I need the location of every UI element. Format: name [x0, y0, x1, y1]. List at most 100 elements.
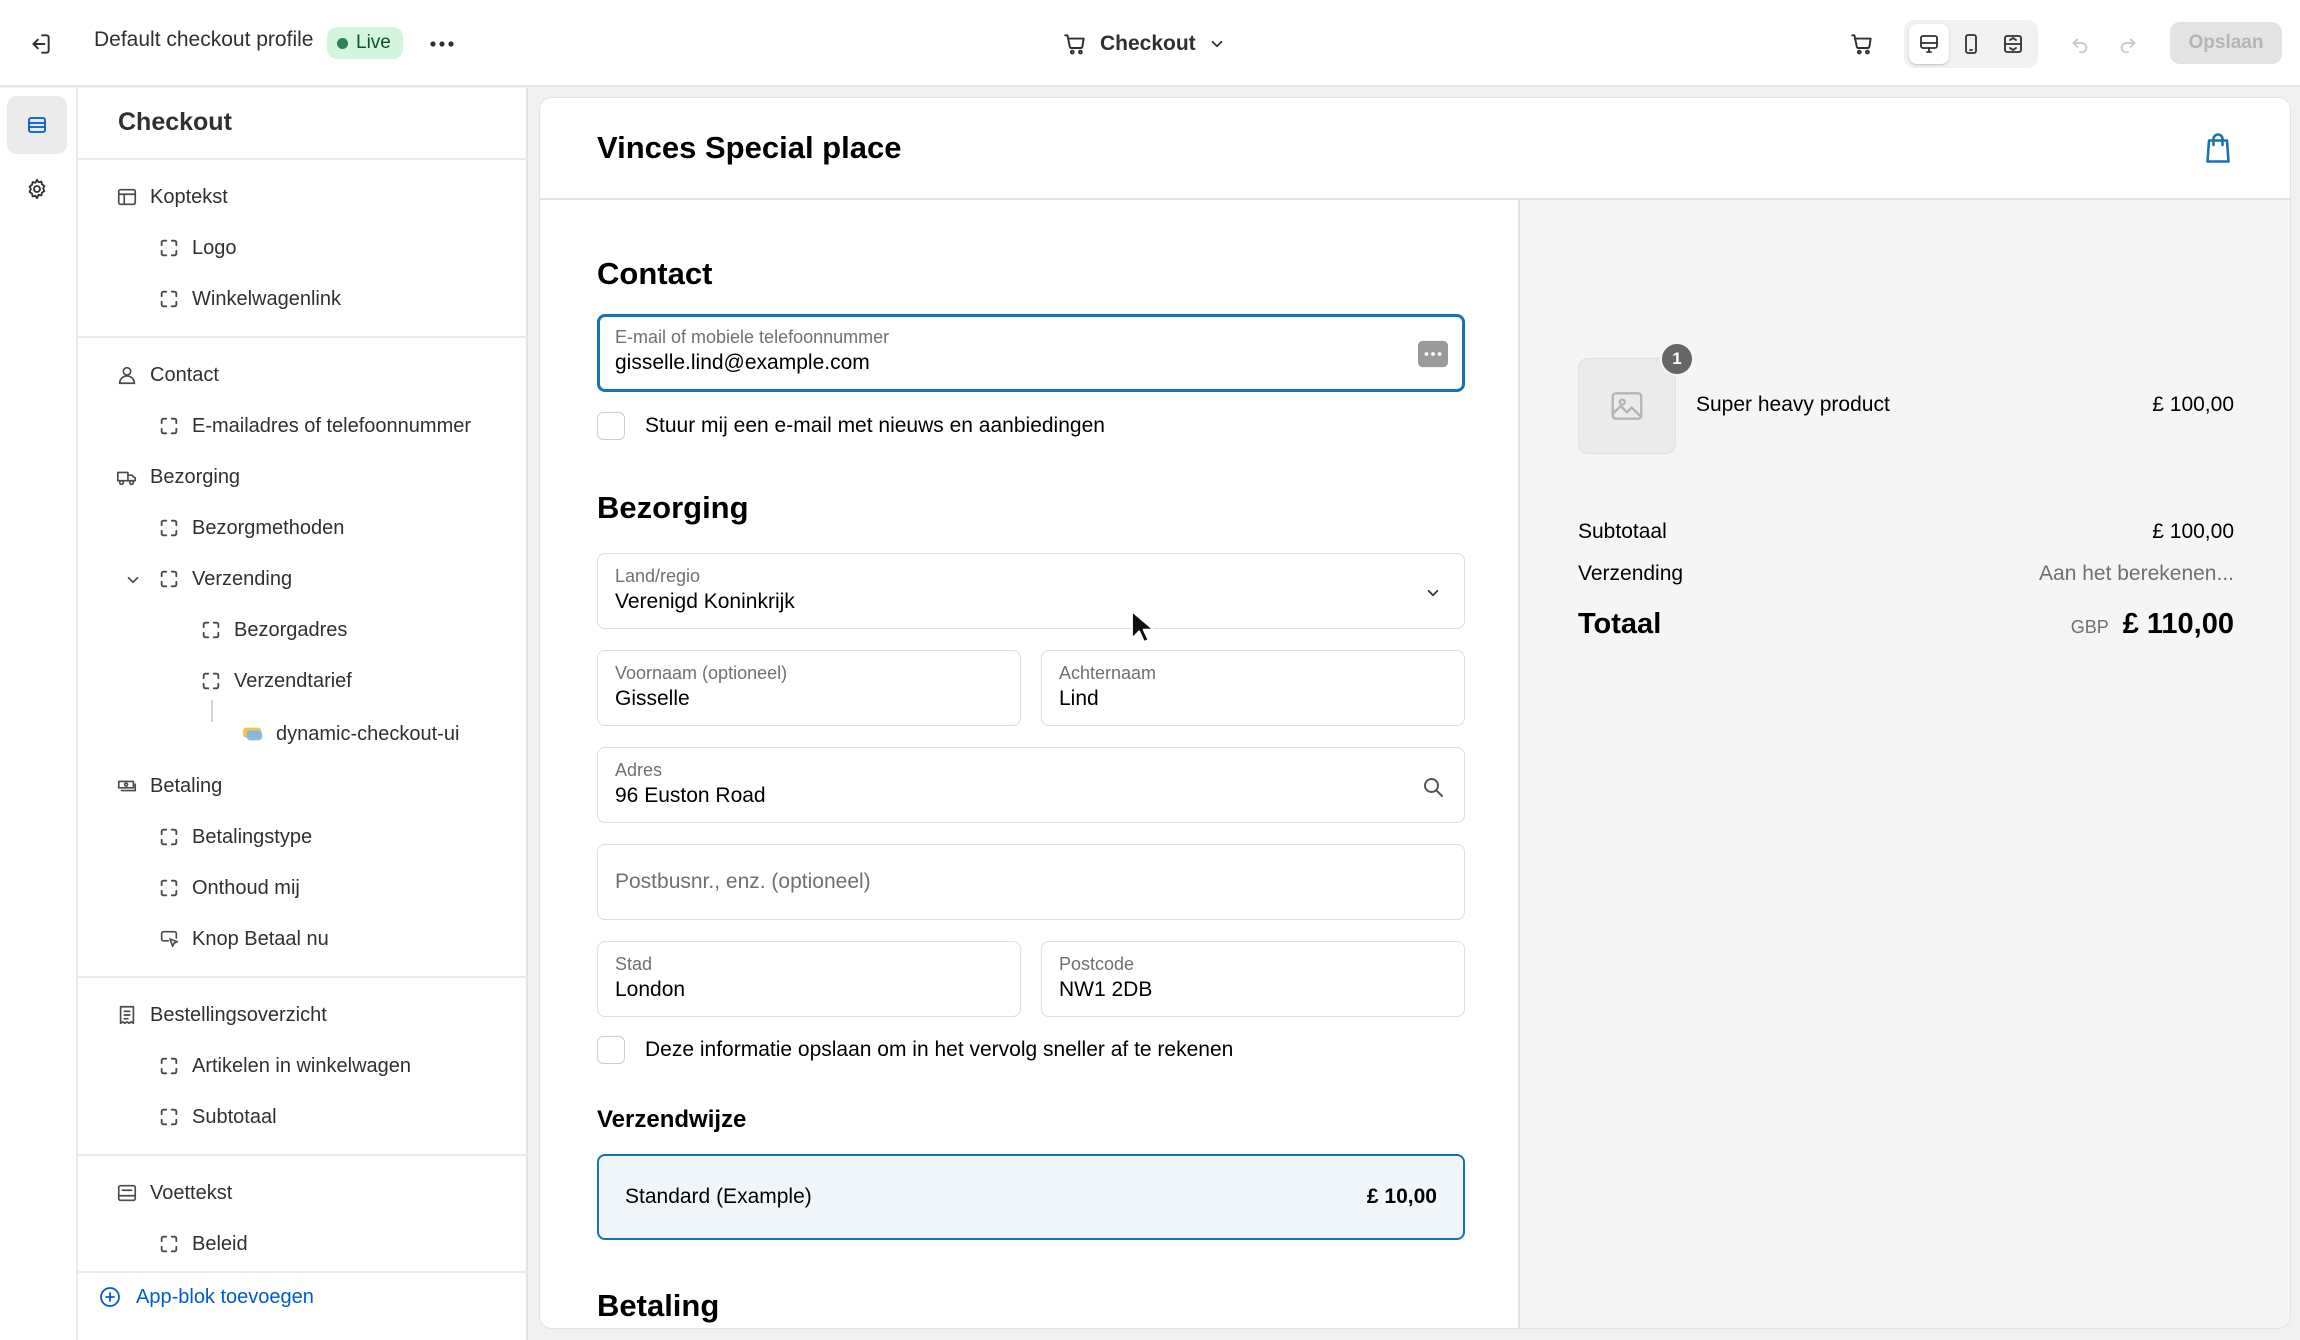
sidebar-item-label: Beleid: [192, 1232, 248, 1255]
sidebar-item-label: Winkelwagenlink: [192, 287, 341, 310]
save-button[interactable]: Opslaan: [2170, 22, 2282, 64]
sidebar-item-beleid[interactable]: Beleid: [158, 1227, 248, 1261]
plus-circle-icon: [100, 1287, 120, 1307]
sidebar-item-label: Knop Betaal nu: [192, 927, 329, 950]
sidebar-item-betalingstype[interactable]: Betalingstype: [158, 820, 312, 854]
first-name-label: Voornaam (optioneel): [615, 663, 788, 683]
sidebar-item-onthoud-mij[interactable]: Onthoud mij: [158, 871, 300, 905]
chevron-down-icon: [1427, 589, 1439, 597]
sidebar-item-label: dynamic-checkout-ui: [276, 722, 460, 745]
cart-link[interactable]: [2200, 130, 2236, 166]
save-info-checkbox[interactable]: [597, 1036, 625, 1064]
product-line: Super heavy product £ 100,00: [1578, 393, 2234, 417]
undo-icon: [2072, 38, 2088, 54]
sidebar-item-bestellingsoverzicht[interactable]: Bestellingsoverzicht: [116, 998, 327, 1032]
desktop-icon: [1920, 35, 1938, 53]
sidebar-item-subtotaal[interactable]: Subtotaal: [158, 1100, 277, 1134]
chevron-down-icon: [127, 576, 139, 584]
cart-icon: [1064, 34, 1085, 55]
header-section-icon: [116, 186, 138, 208]
first-name-field[interactable]: Voornaam (optioneel) Gisselle: [597, 650, 1021, 726]
sidebar-item-label: Verzending: [192, 567, 293, 590]
cart-preview-button[interactable]: [1842, 24, 1882, 64]
shipping-option-price: £ 10,00: [1366, 1185, 1437, 1208]
divider: [78, 158, 528, 160]
status-badge: Live: [327, 27, 403, 59]
divider: [78, 1271, 528, 1273]
undo-button[interactable]: [2060, 24, 2100, 64]
shipping-method-heading: Verzendwijze: [597, 1106, 747, 1133]
sidebar-item-label: Betaling: [150, 774, 223, 797]
exit-button[interactable]: [20, 26, 60, 62]
sidebar-item-verzendtarief[interactable]: Verzendtarief: [200, 664, 352, 698]
collapse-chevron[interactable]: [122, 569, 144, 591]
sidebar-item-knop-betaal-nu[interactable]: Knop Betaal nu: [158, 922, 329, 956]
last-name-value: Lind: [1059, 687, 1099, 710]
shipping-label: Verzending: [1578, 562, 1684, 585]
page-selector-label: Checkout: [1100, 32, 1196, 55]
sidebar-item-label: Koptekst: [150, 185, 228, 208]
last-name-field[interactable]: Achternaam Lind: [1041, 650, 1465, 726]
settings-nav-button[interactable]: [7, 160, 67, 218]
sidebar-item-bezorging[interactable]: Bezorging: [116, 460, 240, 494]
newsletter-label: Stuur mij een e-mail met nieuws en aanbi…: [645, 414, 1105, 437]
contact-heading: Contact: [597, 256, 713, 291]
sidebar-item-label: Contact: [150, 363, 219, 386]
button-cursor-icon: [158, 928, 180, 950]
sidebar-item-email-phone[interactable]: E-mailadres of telefoonnummer: [158, 409, 471, 443]
postcode-field[interactable]: Postcode NW1 2DB: [1041, 941, 1465, 1017]
truck-icon: [116, 466, 138, 488]
shipping-row: Verzending Aan het berekenen...: [1578, 562, 2234, 586]
top-bar: Default checkout profile Live Checkout O…: [0, 0, 2300, 87]
block-icon: [158, 568, 180, 590]
address2-placeholder: Postbusnr., enz. (optioneel): [615, 870, 871, 893]
sidebar-item-label: Bestellingsoverzicht: [150, 1003, 327, 1026]
sidebar-item-winkelwagenlink[interactable]: Winkelwagenlink: [158, 282, 341, 316]
total-currency: GBP: [2070, 617, 2109, 637]
block-icon: [200, 619, 222, 641]
divider: [78, 336, 528, 338]
newsletter-checkbox[interactable]: [597, 412, 625, 440]
desktop-view-button[interactable]: [1909, 24, 1949, 64]
shipping-option[interactable]: Standard (Example) £ 10,00: [597, 1154, 1465, 1240]
newsletter-checkbox-row[interactable]: Stuur mij een e-mail met nieuws en aanbi…: [597, 412, 1105, 440]
sidebar-item-artikelen-in-winkelwagen[interactable]: Artikelen in winkelwagen: [158, 1049, 411, 1083]
country-select-value: Verenigd Koninkrijk: [615, 590, 795, 613]
first-name-value: Gisselle: [615, 687, 690, 710]
sidebar-item-verzending[interactable]: Verzending: [158, 562, 292, 596]
sidebar-item-logo[interactable]: Logo: [158, 231, 237, 265]
cash-icon: [116, 775, 138, 797]
country-select[interactable]: Land/regio Verenigd Koninkrijk: [597, 553, 1465, 629]
page-selector[interactable]: Checkout: [1062, 24, 1226, 64]
save-info-checkbox-row[interactable]: Deze informatie opslaan om in het vervol…: [597, 1036, 1233, 1064]
sidebar-item-bezorgadres[interactable]: Bezorgadres: [200, 613, 347, 647]
redo-button[interactable]: [2108, 24, 2148, 64]
address2-field[interactable]: Postbusnr., enz. (optioneel): [597, 844, 1465, 920]
sidebar-item-label: Subtotaal: [192, 1105, 277, 1128]
email-field-value: gisselle.lind@example.com: [615, 351, 870, 374]
city-field[interactable]: Stad London: [597, 941, 1021, 1017]
search-icon: [1424, 778, 1443, 797]
fullscreen-view-button[interactable]: [1993, 24, 2033, 64]
more-actions-button[interactable]: [424, 26, 460, 62]
sidebar-item-contact[interactable]: Contact: [116, 358, 219, 392]
sidebar-item-betaling[interactable]: Betaling: [116, 769, 222, 803]
sidebar-item-bezorgmethoden[interactable]: Bezorgmethoden: [158, 511, 344, 545]
mobile-view-button[interactable]: [1951, 24, 1991, 64]
autofill-button[interactable]: [1418, 339, 1448, 369]
address-search-icon-wrap: [1418, 772, 1448, 802]
sidebar-item-label: Voettekst: [150, 1181, 233, 1204]
add-app-block-button[interactable]: App-blok toevoegen: [98, 1285, 314, 1309]
sections-nav-button[interactable]: [7, 96, 67, 154]
sidebar-item-dynamic-checkout-ui[interactable]: dynamic-checkout-ui: [242, 717, 459, 751]
sidebar-item-voettekst[interactable]: Voettekst: [116, 1176, 232, 1210]
quantity-badge: 1: [1660, 342, 1694, 376]
app-block-icon: [242, 723, 264, 745]
mouse-cursor-icon: [1131, 610, 1154, 643]
address-field[interactable]: Adres 96 Euston Road: [597, 747, 1465, 823]
sidebar-item-label: Verzendtarief: [234, 669, 352, 692]
city-value: London: [615, 978, 686, 1001]
total-row: Totaal GBP £ 110,00: [1578, 608, 2234, 641]
email-field[interactable]: E-mail of mobiele telefoonnummer gissell…: [597, 314, 1465, 392]
sidebar-item-koptekst[interactable]: Koptekst: [116, 180, 228, 214]
